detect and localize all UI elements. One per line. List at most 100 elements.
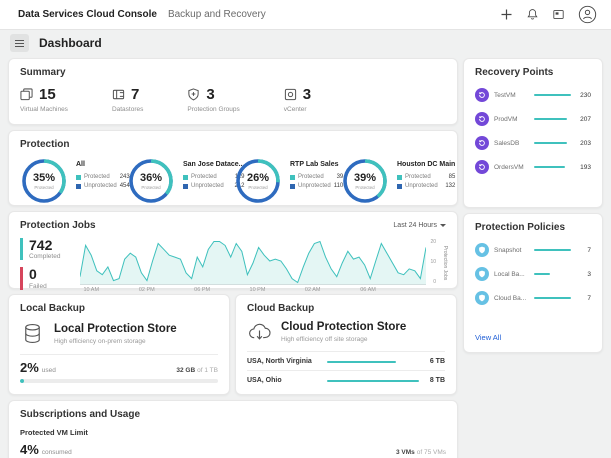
unprotected-swatch bbox=[290, 184, 295, 189]
region-name: USA, Ohio bbox=[247, 377, 327, 384]
donut-percent: 39% bbox=[354, 172, 376, 184]
recovery-count: 193 bbox=[576, 164, 591, 171]
recovery-point-icon bbox=[475, 88, 489, 102]
policy-name: Cloud Ba... bbox=[494, 295, 529, 302]
app-name: Backup and Recovery bbox=[168, 9, 266, 20]
vm-limit-label: Protected VM Limit bbox=[20, 428, 446, 437]
stat-label: Protection Groups bbox=[187, 106, 239, 113]
policy-shield-icon bbox=[475, 291, 489, 305]
protection-donut: 35%Protected bbox=[20, 157, 68, 205]
local-usage-bar bbox=[20, 379, 218, 383]
donut-caption: Protected bbox=[248, 185, 267, 190]
avatar-button[interactable] bbox=[578, 5, 597, 24]
completed-label: Completed bbox=[29, 253, 80, 260]
failed-value: 0 bbox=[29, 267, 80, 282]
stat-value: 15 bbox=[39, 86, 56, 103]
local-usage: 2% used 32 GB of 1 TB bbox=[20, 354, 218, 375]
group-name: Houston DC Main bbox=[397, 161, 455, 168]
recovery-point-row: OrdersVM 193 bbox=[475, 160, 591, 174]
recovery-point-row: TestVM 230 bbox=[475, 88, 591, 102]
consumed-percent: 4% bbox=[20, 442, 39, 457]
dashboard-page: Data Services Cloud Console Backup and R… bbox=[0, 0, 611, 458]
legend-label: Unprotected bbox=[191, 183, 224, 189]
protected-swatch bbox=[76, 175, 81, 180]
stat-value: 3 bbox=[303, 86, 311, 103]
recovery-bar bbox=[534, 166, 571, 168]
summary-title: Summary bbox=[20, 67, 446, 78]
protection-donut: 36%Protected bbox=[127, 157, 175, 205]
donut-percent: 36% bbox=[140, 172, 162, 184]
plus-icon bbox=[500, 8, 513, 21]
cloud-backup-card: Cloud Backup Cloud Protection Store High… bbox=[235, 294, 457, 395]
protection-group-rtp: 26%Protected RTP Lab Sales Protected39 U… bbox=[234, 157, 341, 205]
hamburger-icon bbox=[15, 40, 24, 47]
legend-label: Protected bbox=[84, 174, 110, 180]
protection-jobs-title: Protection Jobs bbox=[20, 220, 96, 231]
protection-jobs-chart: 10 AM 02 PM 06 PM 10 PM 02 AM 06 AM bbox=[80, 236, 426, 294]
protection-group-houston: 39%Protected Houston DC Main Protected85… bbox=[341, 157, 448, 205]
donut-caption: Protected bbox=[355, 185, 374, 190]
unprotected-count: 132 bbox=[445, 183, 455, 189]
unprotected-swatch bbox=[397, 184, 402, 189]
menu-button[interactable] bbox=[10, 34, 29, 52]
group-name: All bbox=[76, 161, 130, 168]
datastores-icon bbox=[112, 88, 125, 101]
policy-bar bbox=[534, 273, 571, 275]
y-axis-labels: 20 10 0 bbox=[426, 236, 436, 286]
stat-virtual-machines: 15 Virtual Machines bbox=[20, 86, 68, 113]
policy-count: 7 bbox=[576, 247, 591, 254]
stat-protection-groups: 3 Protection Groups bbox=[187, 86, 239, 113]
protection-policies-card: Protection Policies Snapshot 7 Local Ba.… bbox=[463, 213, 603, 353]
recovery-points-title: Recovery Points bbox=[475, 67, 591, 78]
policy-bar bbox=[534, 297, 571, 299]
protection-jobs-card: Protection Jobs Last 24 Hours 742 Comple… bbox=[8, 211, 458, 289]
cloud-icon bbox=[247, 320, 272, 343]
stat-label: Datastores bbox=[112, 106, 143, 113]
chevron-down-icon bbox=[440, 224, 446, 227]
legend-label: Protected bbox=[298, 174, 324, 180]
stat-label: Virtual Machines bbox=[20, 106, 68, 113]
notifications-button[interactable] bbox=[526, 8, 539, 21]
used-amount: 32 GB bbox=[176, 367, 195, 374]
policy-name: Local Ba... bbox=[494, 271, 529, 278]
failed-label: Failed bbox=[29, 283, 80, 290]
donut-percent: 26% bbox=[247, 172, 269, 184]
region-bar bbox=[327, 361, 419, 363]
policy-count: 3 bbox=[576, 271, 591, 278]
region-value: 8 TB bbox=[419, 377, 445, 384]
bell-icon bbox=[526, 8, 539, 21]
completed-value: 742 bbox=[29, 238, 80, 253]
brand: Data Services Cloud Console Backup and R… bbox=[18, 9, 266, 20]
donut-caption: Protected bbox=[141, 185, 160, 190]
consumed-total: of 75 VMs bbox=[417, 449, 446, 456]
unprotected-swatch bbox=[183, 184, 188, 189]
recovery-bar bbox=[534, 94, 571, 96]
policy-row: Cloud Ba... 7 bbox=[475, 291, 591, 305]
dashboard-content: Summary 15 Virtual Machines 7 bbox=[0, 56, 611, 458]
region-row: USA, Ohio 8 TB bbox=[247, 370, 445, 389]
add-button[interactable] bbox=[500, 8, 513, 21]
view-all-link[interactable]: View All bbox=[475, 333, 591, 344]
protection-title: Protection bbox=[20, 139, 446, 150]
local-backup-title: Local Backup bbox=[20, 303, 218, 314]
group-name: RTP Lab Sales bbox=[290, 161, 343, 168]
stat-vcenter: 3 vCenter bbox=[284, 86, 311, 113]
recovery-point-icon bbox=[475, 136, 489, 150]
time-range-dropdown[interactable]: Last 24 Hours bbox=[393, 222, 446, 229]
legend-label: Protected bbox=[191, 174, 217, 180]
vm-name: TestVM bbox=[494, 92, 529, 99]
protection-groups-icon bbox=[187, 88, 200, 101]
used-total: of 1 TB bbox=[197, 367, 218, 374]
protected-count: 85 bbox=[449, 174, 456, 180]
protected-swatch bbox=[290, 175, 295, 180]
recovery-point-icon bbox=[475, 112, 489, 126]
virtual-machines-icon bbox=[20, 88, 33, 101]
y-axis-title: Protection Jobs bbox=[436, 236, 446, 297]
x-axis-labels: 10 AM 02 PM 06 PM 10 PM 02 AM 06 AM bbox=[80, 286, 426, 294]
protection-donut: 39%Protected bbox=[341, 157, 389, 205]
time-range-label: Last 24 Hours bbox=[393, 222, 437, 229]
vm-name: OrdersVM bbox=[494, 164, 529, 171]
apps-button[interactable] bbox=[552, 8, 565, 21]
avatar-icon bbox=[578, 5, 597, 24]
recovery-bar bbox=[534, 118, 571, 120]
